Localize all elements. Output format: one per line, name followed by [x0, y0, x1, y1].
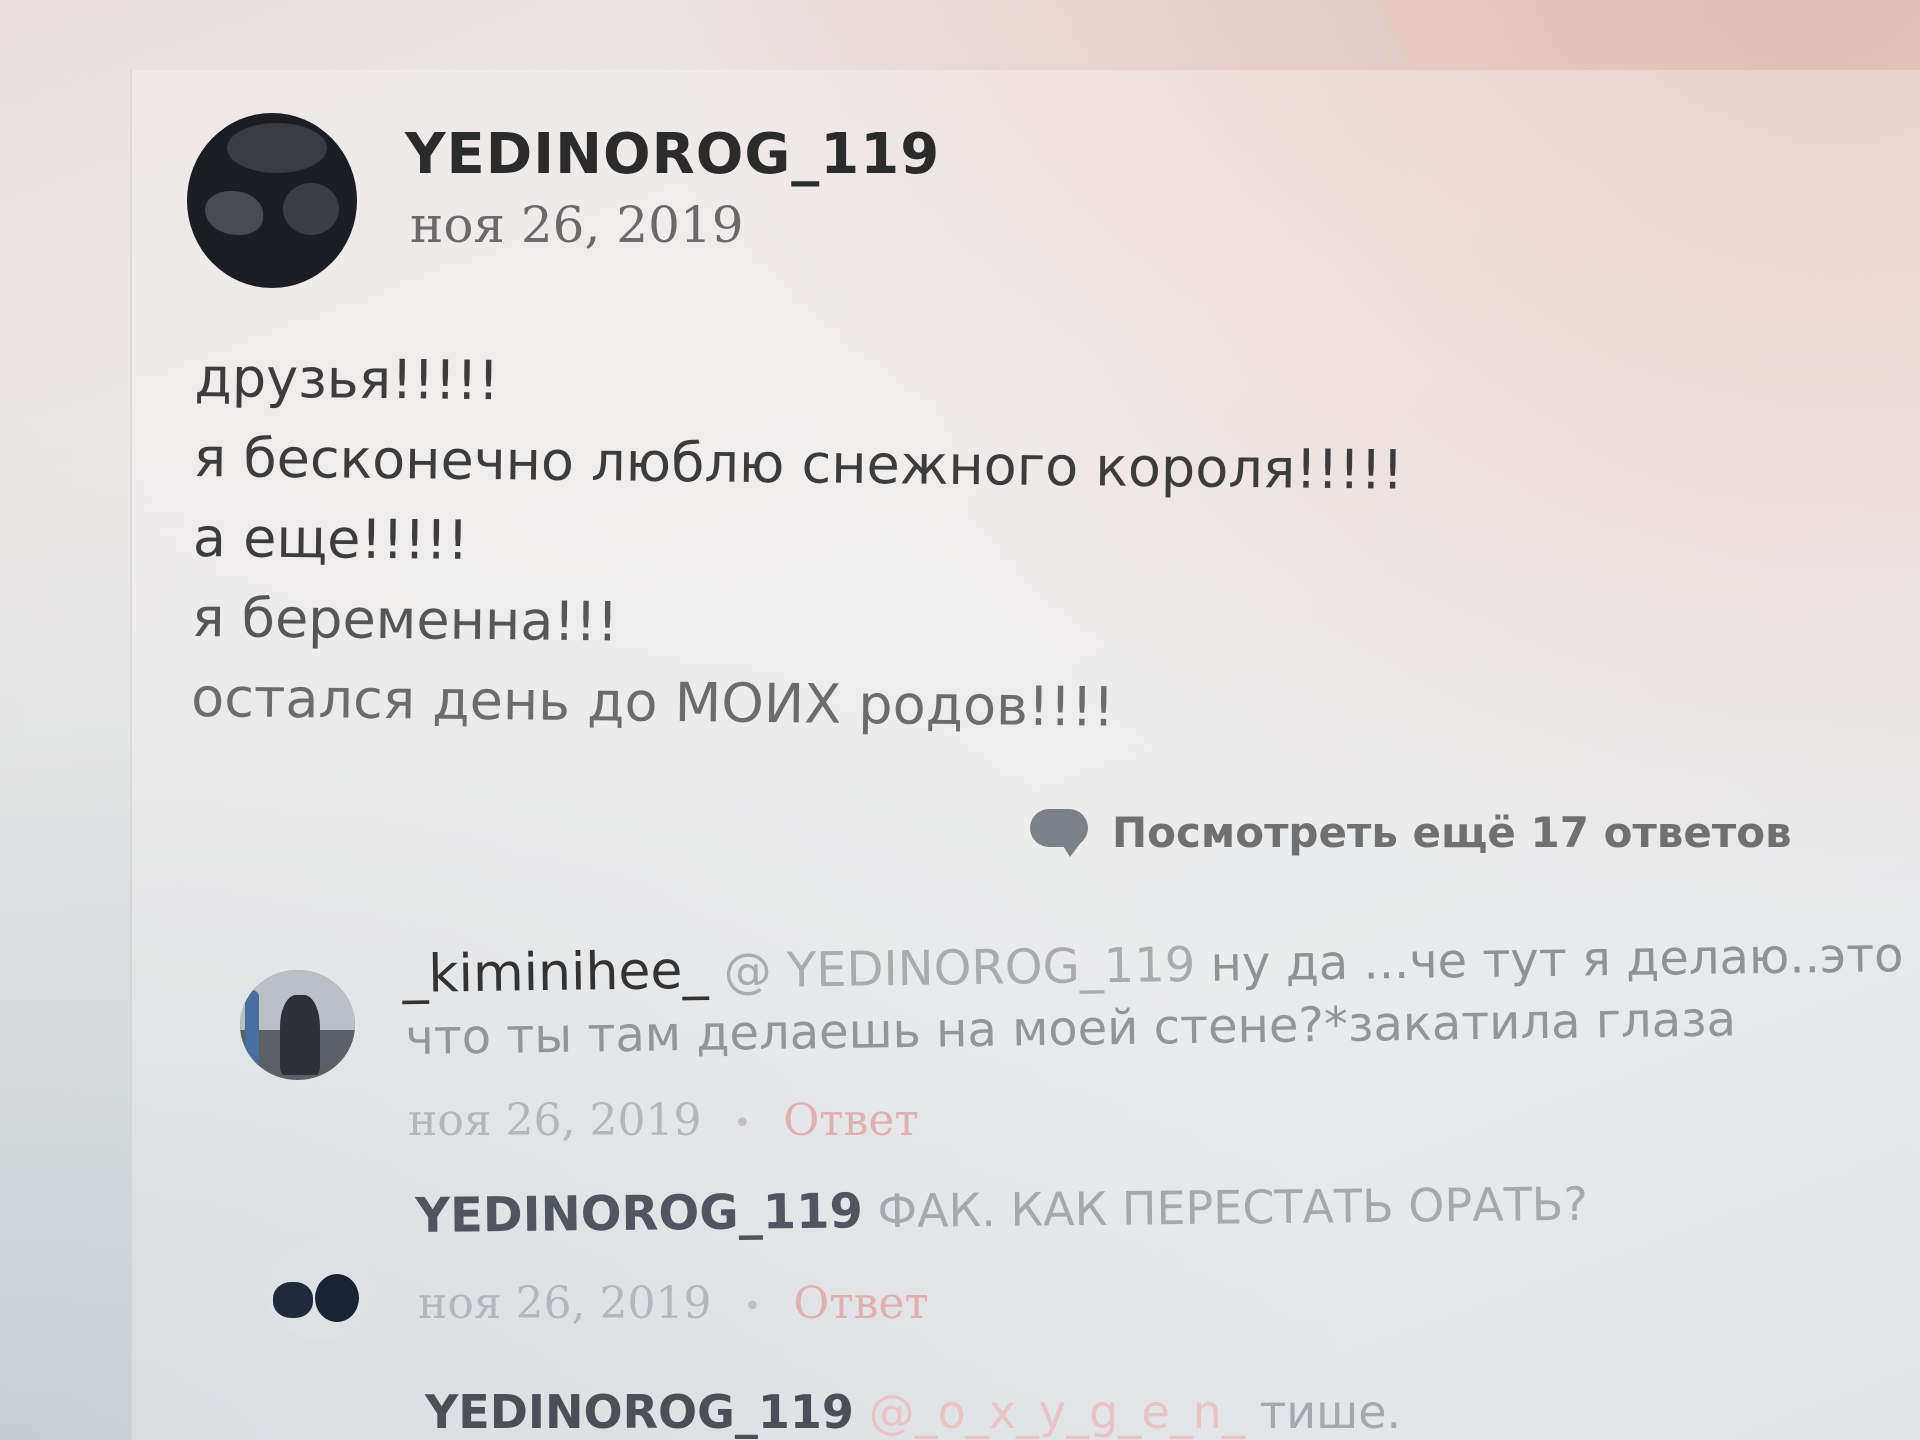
post-text-line: а еще!!!!!	[192, 505, 470, 572]
reply-meta: ноя 26, 2019 • Ответ	[418, 1278, 929, 1329]
post-text-line: я бесконечно люблю снежного короля!!!!!	[193, 425, 1404, 502]
reply-link[interactable]: Ответ	[793, 1278, 929, 1329]
reply-date: ноя 26, 2019	[418, 1278, 712, 1329]
reply-text: тише.	[1259, 1385, 1402, 1439]
post-body: друзья!!!!! я бесконечно люблю снежного …	[191, 338, 1495, 752]
reply-username[interactable]: YEDINOROG_119	[415, 1183, 863, 1244]
reply-text: ну да ...че тут я делаю..это я д	[1210, 925, 1920, 993]
reply-mention[interactable]: @_o_x_y_g_e_n_	[869, 1385, 1245, 1439]
speech-bubble-icon	[1030, 808, 1088, 857]
reply-meta: ноя 26, 2019 • Ответ	[408, 1095, 919, 1146]
avatar[interactable]	[187, 113, 357, 288]
meta-separator: •	[733, 1106, 752, 1141]
reply-header: YEDINOROG_119 @_o_x_y_g_e_n_ тише.	[425, 1385, 1401, 1439]
reply-username[interactable]: _kiminihee_	[402, 941, 709, 1005]
post-text-line: я беременна!!!	[191, 585, 619, 654]
reply-mention[interactable]: @ YEDINOROG_119	[723, 937, 1195, 1000]
avatar[interactable]	[265, 1240, 375, 1340]
meta-separator: •	[743, 1289, 762, 1324]
reply-date: ноя 26, 2019	[408, 1095, 702, 1146]
view-more-replies-button[interactable]: Посмотреть ещё 17 ответов	[1030, 808, 1792, 857]
post-date: ноя 26, 2019	[410, 196, 744, 254]
reply-text: ФАК. КАК ПЕРЕСТАТЬ ОРАТЬ?	[877, 1176, 1589, 1239]
avatar[interactable]	[240, 970, 355, 1080]
post-author-username[interactable]: YEDINOROG_119	[405, 122, 940, 187]
reply-username[interactable]: YEDINOROG_119	[425, 1385, 854, 1439]
view-more-replies-label: Посмотреть ещё 17 ответов	[1112, 808, 1792, 857]
post-text-line: остался день до МОИХ родов!!!!	[190, 665, 1115, 739]
reply-link[interactable]: Ответ	[783, 1095, 919, 1146]
post-text-line: друзья!!!!!	[194, 345, 500, 413]
